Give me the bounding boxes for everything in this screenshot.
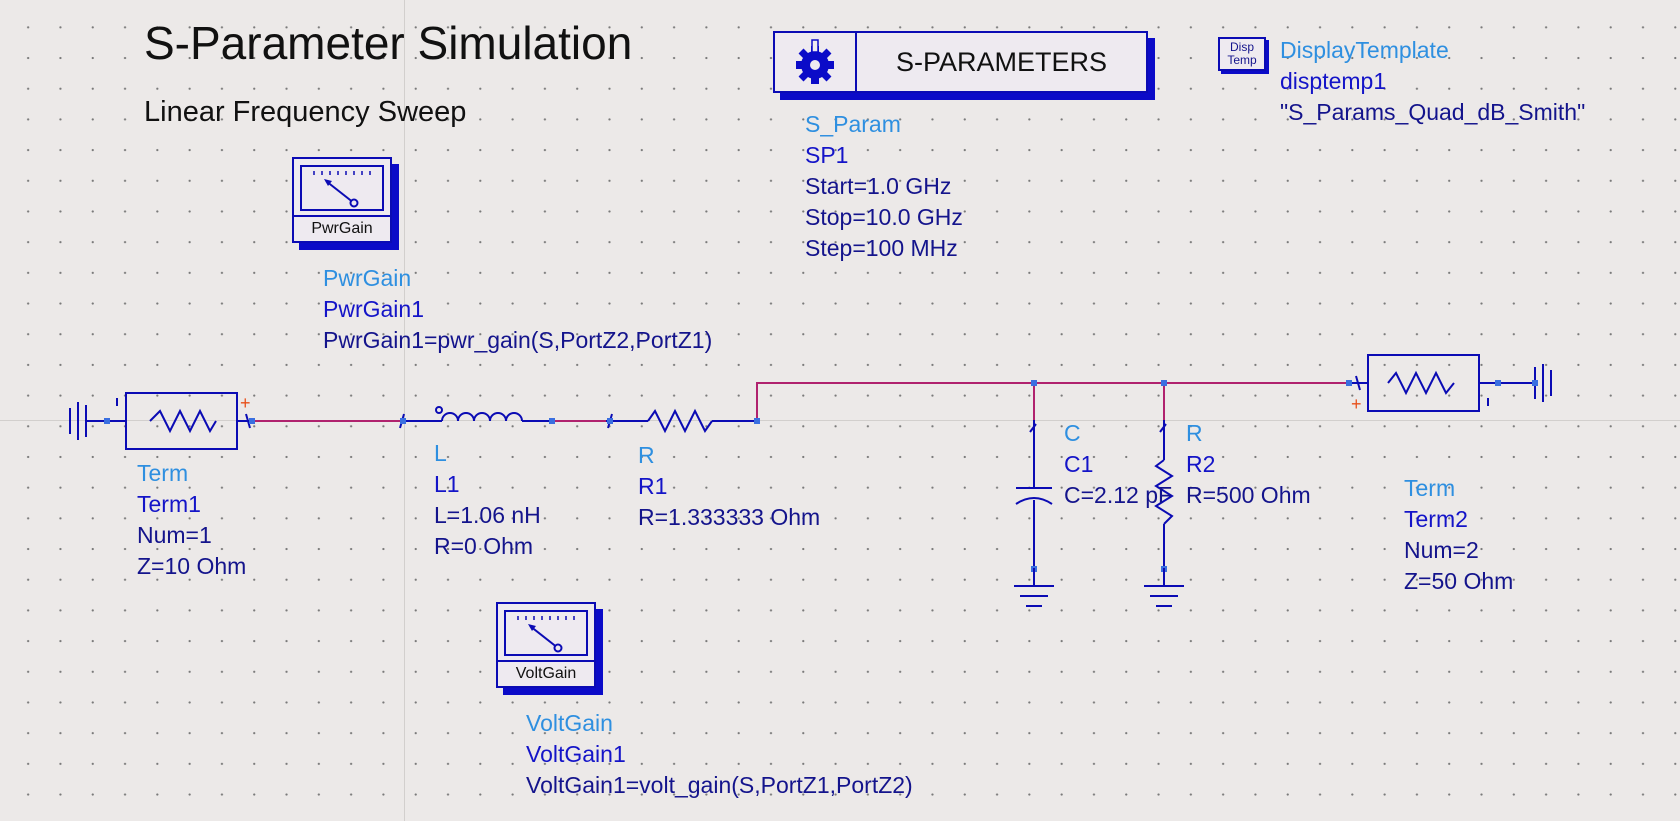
svg-text:+: + (1351, 394, 1362, 414)
resistor1-label-group: R R1 R=1.333333 Ohm (638, 440, 820, 533)
resistor1-type: R (638, 442, 655, 468)
inductor-r-value: R=0 Ohm (434, 533, 534, 559)
inductor-l-value: L=1.06 nH (434, 502, 541, 528)
inductor-l1[interactable] (399, 406, 555, 429)
term2-type: Term (1404, 475, 1456, 501)
capacitor-instance: C1 (1064, 451, 1094, 477)
inductor-type: L (434, 440, 447, 466)
resistor2-instance: R2 (1186, 451, 1216, 477)
inductor-instance: L1 (434, 471, 460, 497)
node-dots (754, 418, 760, 424)
svg-text:+: + (240, 393, 251, 413)
schematic-canvas: + + (69, 354, 1552, 607)
wires (252, 382, 1349, 422)
inductor-label-group: L L1 L=1.06 nH R=0 Ohm (434, 438, 541, 562)
resistor1-instance: R1 (638, 473, 668, 499)
term2-num: Num=2 (1404, 537, 1479, 563)
term2-component[interactable]: + (1346, 354, 1552, 414)
resistor2-label-group: R R2 R=500 Ohm (1186, 418, 1311, 511)
capacitor-label-group: C C1 C=2.12 pF (1064, 418, 1172, 511)
term1-z: Z=10 Ohm (137, 553, 247, 579)
resistor2-type: R (1186, 420, 1203, 446)
resistor2-value: R=500 Ohm (1186, 482, 1311, 508)
term1-num: Num=1 (137, 522, 212, 548)
capacitor-value: C=2.12 pF (1064, 482, 1173, 508)
resistor1-value: R=1.333333 Ohm (638, 504, 821, 530)
term1-component[interactable]: + (69, 392, 255, 450)
term1-label-group: Term Term1 Num=1 Z=10 Ohm (137, 458, 246, 582)
wire-main-node[interactable] (756, 382, 1349, 421)
resistor-r1[interactable] (606, 408, 760, 434)
capacitor-type: C (1064, 420, 1081, 446)
term1-type: Term (137, 460, 189, 486)
term1-instance: Term1 (137, 491, 201, 517)
term2-label-group: Term Term2 Num=2 Z=50 Ohm (1404, 473, 1513, 597)
term2-z: Z=50 Ohm (1404, 568, 1514, 594)
term2-instance: Term2 (1404, 506, 1468, 532)
ground-symbol (1014, 568, 1184, 607)
